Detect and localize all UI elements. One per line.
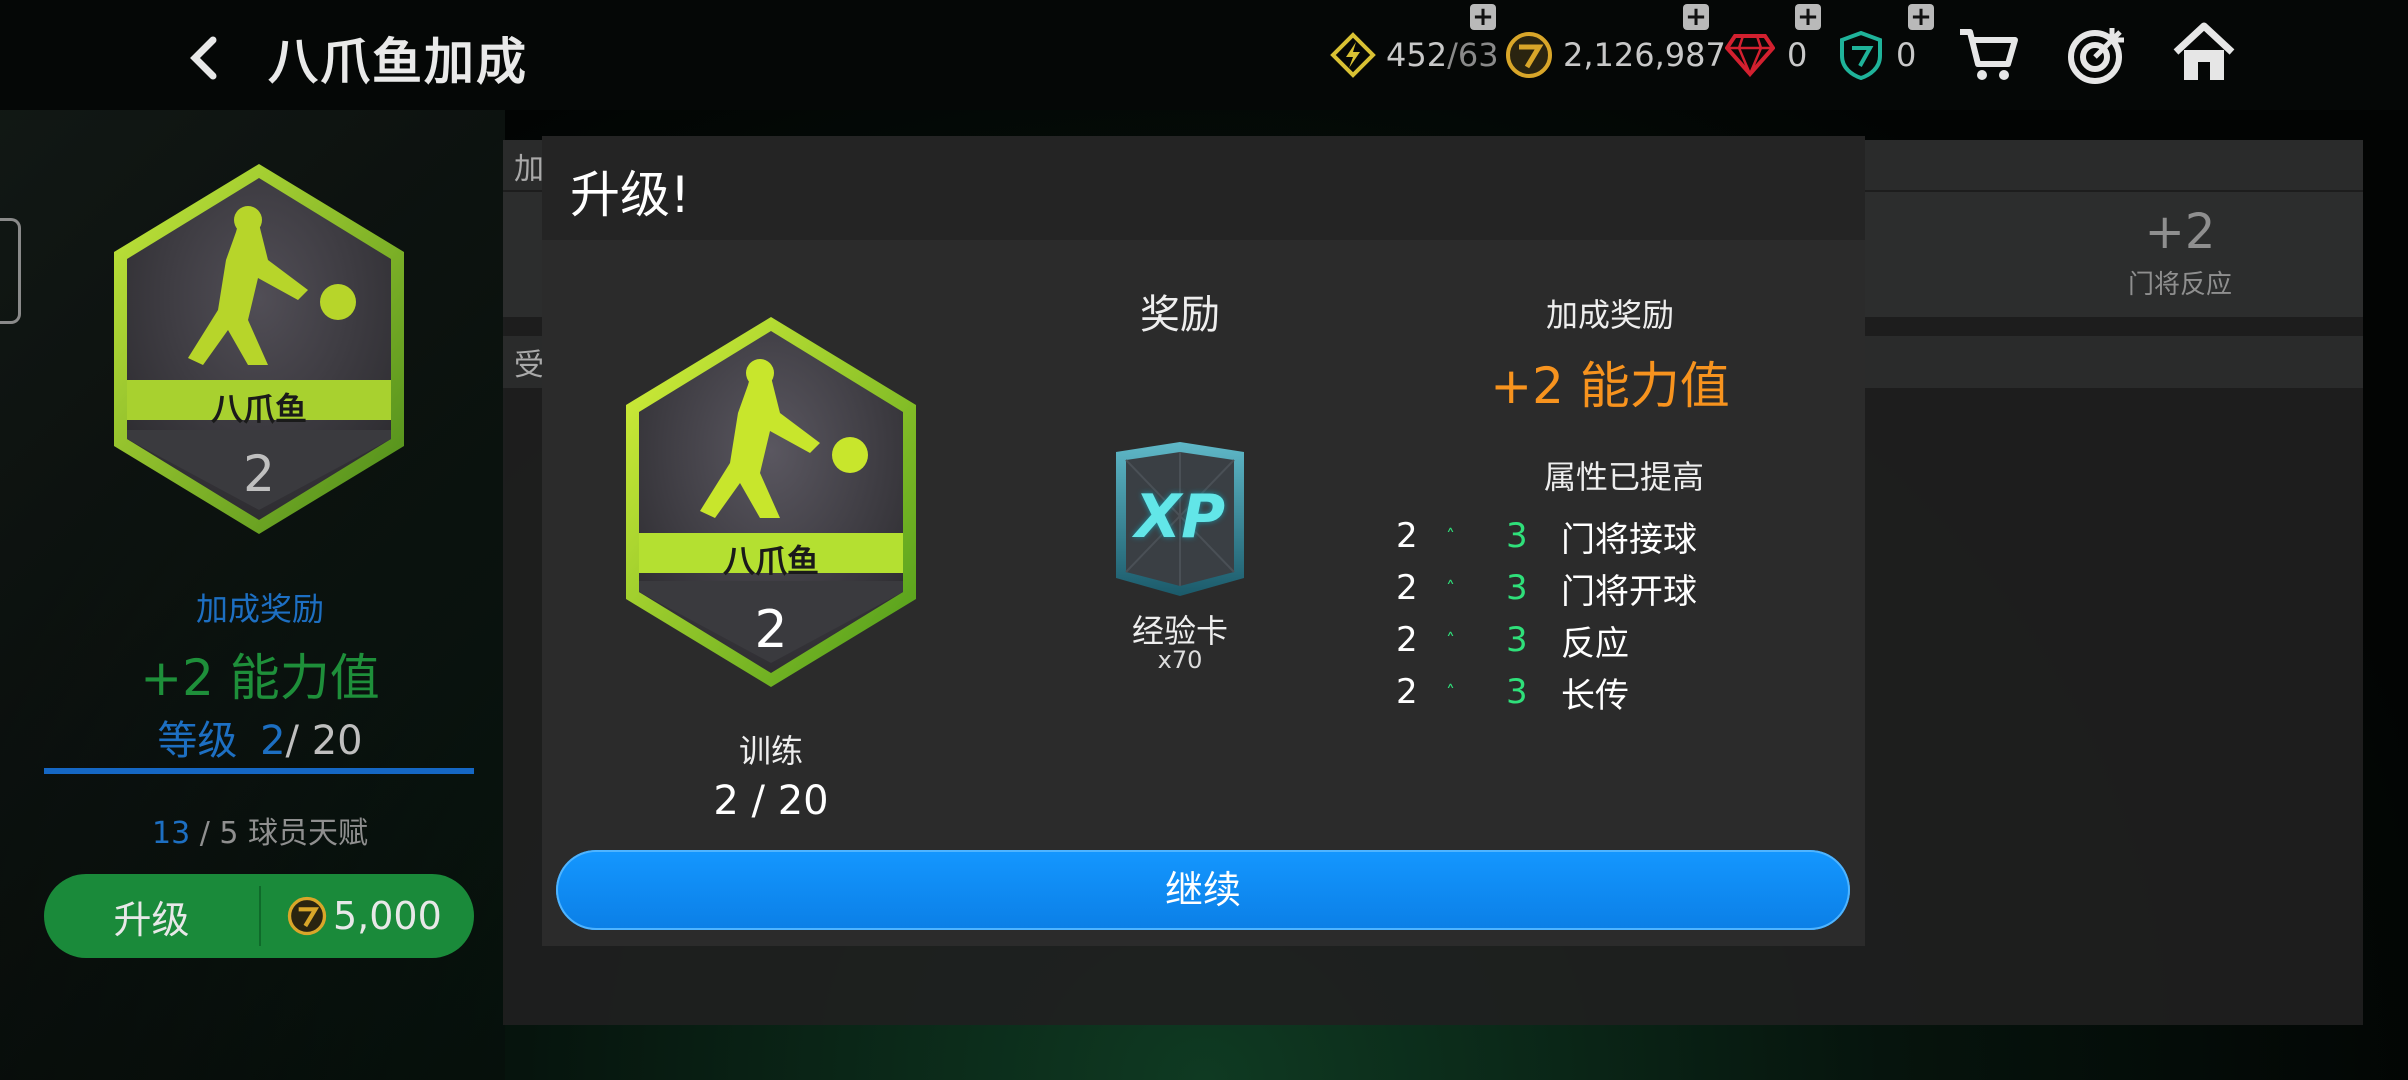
attribute-name: 门将开球 (1561, 571, 1697, 612)
left-bonus-label: 加成奖励 (195, 590, 324, 628)
attribute-row: 2 ˄ 3 长传 (1396, 666, 1697, 718)
tokens-counter[interactable]: 0 (1838, 30, 1916, 80)
talent-text: / 5 球员天赋 (199, 816, 368, 851)
add-gems-button[interactable]: + (1795, 4, 1821, 30)
modal-badge-name: 八爪鱼 (722, 542, 819, 580)
energy-value: 452 (1386, 36, 1448, 74)
coin-icon (1506, 32, 1552, 78)
attributes-title: 属性已提高 (1544, 458, 1705, 496)
home-icon (2173, 22, 2235, 80)
left-level-current: 2 (260, 718, 286, 764)
objectives-button[interactable] (2066, 24, 2128, 90)
add-tokens-button[interactable]: + (1908, 4, 1934, 30)
attribute-row: 2 ˄ 3 反应 (1396, 614, 1697, 666)
gems-value: 0 (1787, 36, 1808, 74)
home-button[interactable] (2172, 22, 2236, 88)
coins-value: 2,126,987 (1563, 36, 1726, 74)
modal-bonus-title: 加成奖励 (1545, 296, 1674, 334)
attribute-name: 长传 (1561, 675, 1629, 716)
modal-header (542, 136, 1865, 240)
bonus-detail-header-fragment: 加 (514, 152, 544, 187)
attribute-new: 3 (1506, 568, 1528, 608)
attribute-new: 3 (1506, 516, 1528, 556)
attribute-row: 2 ˄ 3 门将接球 (1396, 510, 1697, 562)
arrow-up-icon: ˄ (1446, 577, 1455, 599)
xp-card-text: XP (1134, 482, 1226, 552)
modal-badge-level: 2 (754, 600, 788, 660)
talent-counter: 13 / 5 球员天赋 (0, 808, 520, 852)
talent-current: 13 (151, 816, 191, 851)
add-coins-button[interactable]: + (1683, 4, 1709, 30)
upgrade-cost: 5,000 (287, 894, 442, 938)
left-badge-name: 八爪鱼 (210, 390, 307, 428)
attribute-name: 门将接球 (1561, 519, 1697, 560)
page-title: 八爪鱼加成 (268, 33, 528, 91)
left-badge-level: 2 (243, 445, 275, 503)
attribute-name: 反应 (1561, 623, 1629, 664)
attribute-old: 2 (1396, 620, 1418, 660)
continue-button[interactable]: 继续 (556, 850, 1850, 930)
attribute-old: 2 (1396, 516, 1418, 556)
attribute-old: 2 (1396, 568, 1418, 608)
training-label: 训练 (738, 732, 803, 770)
training-progress: 2 / 20 (713, 778, 829, 824)
attribute-new: 3 (1506, 672, 1528, 712)
target-icon (2068, 28, 2124, 84)
add-energy-button[interactable]: + (1470, 4, 1496, 30)
left-level-max: / 20 (285, 718, 363, 764)
tokens-value: 0 (1896, 36, 1917, 74)
token-shield-icon (1840, 30, 1882, 80)
arrow-up-icon: ˄ (1446, 681, 1455, 703)
chevron-left-icon (190, 36, 217, 80)
side-tab[interactable] (0, 218, 21, 324)
arrow-up-icon: ˄ (1446, 525, 1455, 547)
attributes-list: 2 ˄ 3 门将接球 2 ˄ 3 门将开球 2 ˄ 3 反应 2 ˄ 3 长传 (1396, 510, 1697, 718)
bonus-stat-value: +2 (2144, 204, 2216, 260)
upgrade-button[interactable]: 升级 5,000 (44, 874, 474, 958)
modal-bonus-value: +2 能力值 (1490, 357, 1730, 415)
gems-counter[interactable]: 0 (1725, 30, 1807, 80)
left-level-label: 等级 (157, 718, 238, 764)
energy-icon (1330, 32, 1376, 78)
energy-counter[interactable]: 452/63 (1330, 30, 1499, 80)
arrow-up-icon: ˄ (1446, 629, 1455, 651)
attribute-new: 3 (1506, 620, 1528, 660)
energy-max: /63 (1447, 36, 1499, 74)
level-progress-bar (44, 768, 474, 774)
attribute-row: 2 ˄ 3 门将开球 (1396, 562, 1697, 614)
modal-title: 升级! (570, 166, 691, 224)
cart-icon (1960, 29, 2018, 80)
shop-button[interactable] (1958, 26, 2020, 88)
reward-qty: x70 (1157, 646, 1203, 674)
gem-icon (1725, 34, 1775, 78)
left-bonus-value: +2 能力值 (140, 649, 380, 707)
upgrade-label: 升级 (113, 897, 190, 942)
left-level: 等级 2/ 20 (0, 708, 520, 766)
coin-icon (287, 896, 327, 936)
upgrade-cost-value: 5,000 (333, 894, 442, 938)
bonus-stat-label: 门将反应 (2127, 270, 2232, 300)
attribute-old: 2 (1396, 672, 1418, 712)
coins-counter[interactable]: 2,126,987 (1505, 30, 1726, 80)
reward-title: 奖励 (1140, 292, 1220, 338)
back-button[interactable] (175, 28, 235, 88)
bonus-detail-row-fragment: 受 (514, 348, 544, 383)
